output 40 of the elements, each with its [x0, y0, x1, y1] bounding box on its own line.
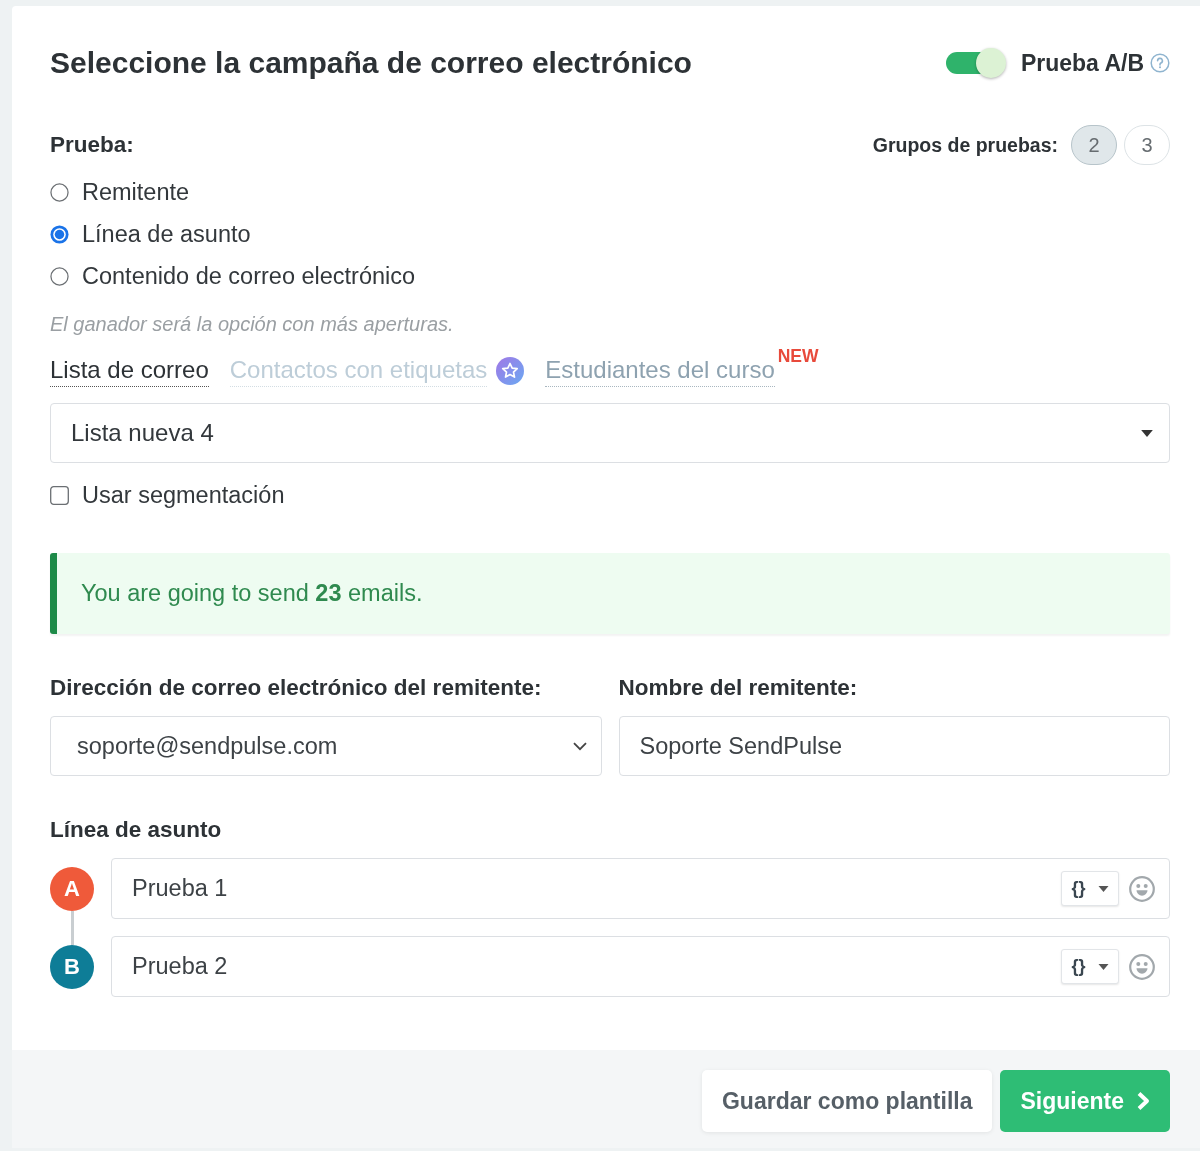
caret-icon — [1097, 885, 1109, 892]
checkbox[interactable] — [50, 485, 69, 505]
radio-button[interactable] — [50, 266, 69, 286]
subject-field[interactable]: Prueba 2 {} — [111, 936, 1170, 997]
chevron-icon — [572, 741, 587, 751]
groups-label: Grupos de pruebas: — [872, 133, 1058, 157]
ab-test-toggle[interactable] — [945, 48, 1006, 78]
variable-button[interactable]: {} — [1061, 949, 1119, 984]
radio-button[interactable] — [50, 182, 69, 202]
connector-line — [70, 910, 74, 945]
radio-button[interactable] — [50, 224, 69, 244]
variant-marker: B — [50, 944, 94, 989]
hint-text: El ganador será la opción con más aperturas. — [50, 312, 455, 336]
section-label: Prueba: — [50, 132, 134, 158]
variant-marker: A — [50, 866, 94, 911]
toggle-label: Prueba A/B — [1020, 49, 1144, 77]
source-tab[interactable]: Lista de correo — [50, 355, 209, 387]
group-count-button[interactable]: 2 — [1071, 125, 1117, 165]
variable-button[interactable]: {} — [1061, 871, 1119, 906]
group-count-button[interactable]: 3 — [1124, 125, 1170, 165]
field-label: Nombre del remitente: — [618, 674, 859, 702]
radio-option[interactable]: Línea de asunto — [50, 213, 1170, 255]
caret-icon — [1097, 963, 1109, 970]
section-label: Línea de asunto — [50, 816, 223, 844]
sender-email-select[interactable]: soporte@sendpulse.com — [50, 716, 602, 776]
sender-name-field[interactable]: Soporte SendPulse — [618, 716, 1170, 776]
save-template-button[interactable]: Guardar como plantilla — [702, 1070, 993, 1132]
list-select[interactable]: Lista nueva 4 — [50, 403, 1170, 463]
subject-field[interactable]: Prueba 1 {} — [111, 858, 1170, 919]
segmentation-option[interactable]: Usar segmentación — [50, 480, 285, 510]
new-label: NEW — [777, 345, 819, 367]
smiley-icon[interactable] — [1129, 875, 1155, 902]
caret-icon — [1141, 429, 1153, 437]
field-label: Dirección de correo electrónico del remitente: — [50, 674, 543, 702]
chevron-right-icon — [1136, 1091, 1150, 1111]
radio-option[interactable]: Contenido de correo electrónico — [50, 255, 1170, 297]
page-title: Seleccione la campaña de correo electrónico — [50, 46, 692, 80]
notice-text: You are going to send 23 emails. — [81, 580, 423, 607]
smiley-icon[interactable] — [1129, 953, 1155, 980]
radio-option[interactable]: Remitente — [50, 171, 1170, 213]
